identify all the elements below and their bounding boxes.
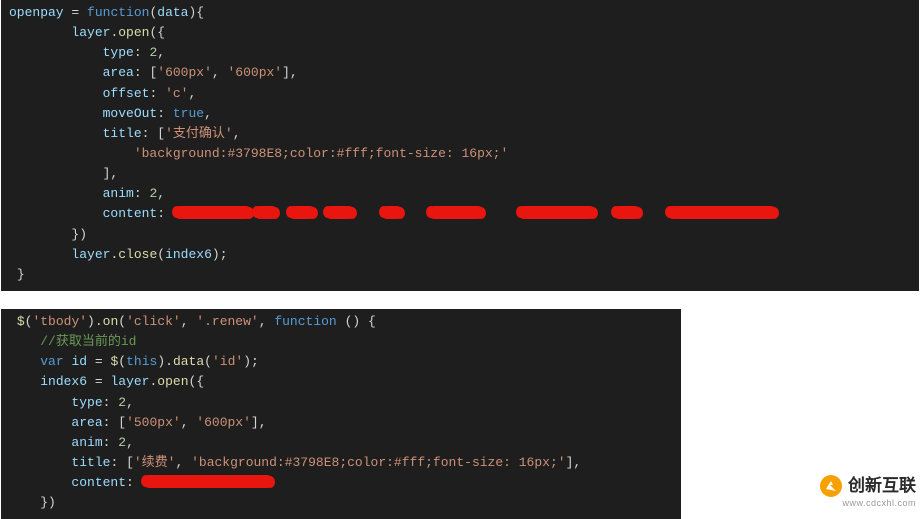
code-editor-openpay[interactable]: openpay = function(data){ layer.open({ t… xyxy=(1,0,919,291)
redacted-content xyxy=(143,475,273,488)
code-content: $('tbody').on('click', '.renew', functio… xyxy=(9,312,681,513)
watermark: 创新互联 xyxy=(818,473,916,499)
code-content: openpay = function(data){ layer.open({ t… xyxy=(9,3,919,285)
watermark-logo-icon xyxy=(818,473,844,499)
code-editor-renew[interactable]: $('tbody').on('click', '.renew', functio… xyxy=(1,309,681,519)
watermark-text: 创新互联 xyxy=(848,473,916,499)
redacted-content xyxy=(174,206,252,219)
